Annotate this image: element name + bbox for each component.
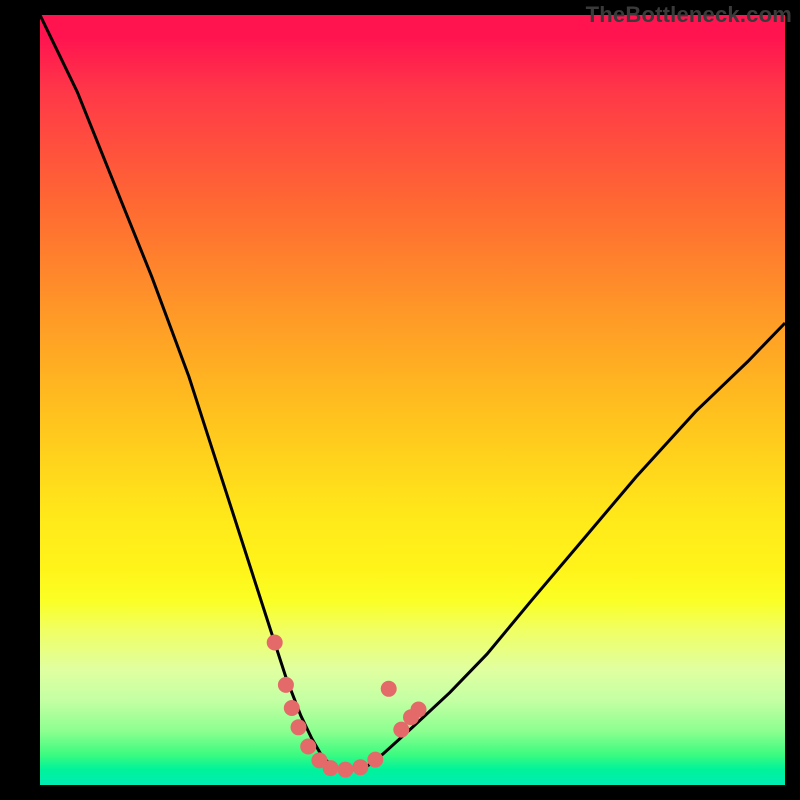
chart-marker [323,760,339,776]
chart-marker [337,762,353,778]
chart-marker [267,635,283,651]
chart-markers [267,635,427,778]
chart-marker [284,700,300,716]
chart-marker [381,681,397,697]
chart-marker [300,739,316,755]
chart-marker [278,677,294,693]
chart-marker [291,719,307,735]
outer-frame: TheBottleneck.com [0,0,800,800]
chart-plot-area [40,15,785,785]
chart-marker [367,752,383,768]
chart-marker [352,759,368,775]
watermark-text: TheBottleneck.com [586,2,792,28]
chart-marker [411,702,427,718]
chart-svg [40,15,785,785]
chart-curve [40,15,785,770]
